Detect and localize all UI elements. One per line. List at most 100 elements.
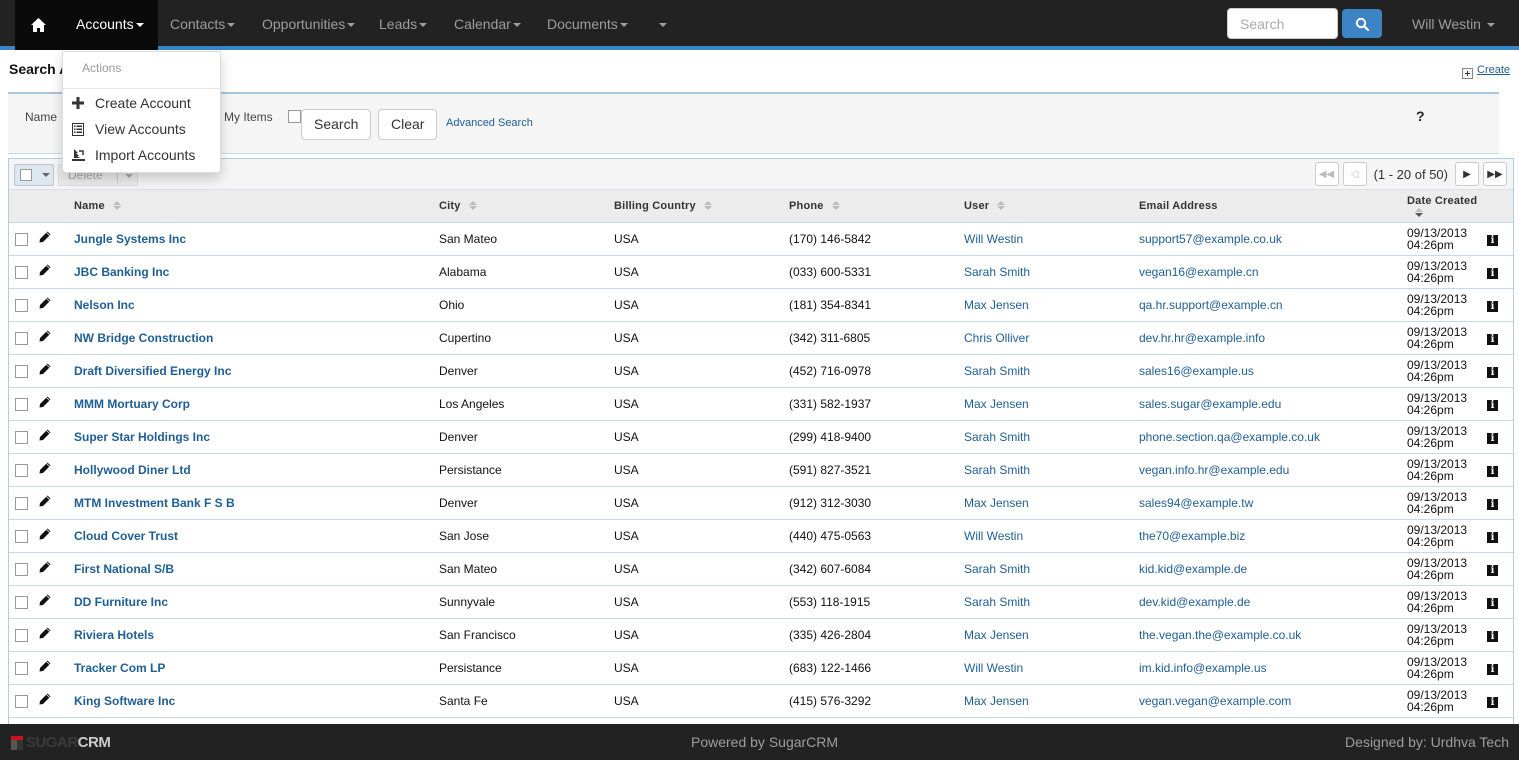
account-name-link[interactable]: NW Bridge Construction — [74, 331, 213, 345]
email-link[interactable]: dev.kid@example.de — [1139, 595, 1250, 609]
email-link[interactable]: im.kid.info@example.us — [1139, 661, 1267, 675]
email-link[interactable]: vegan.vegan@example.com — [1139, 694, 1291, 708]
info-icon[interactable]: i — [1487, 399, 1498, 411]
my-items-checkbox[interactable] — [288, 110, 301, 123]
select-all-dropdown[interactable] — [14, 164, 54, 186]
row-checkbox[interactable] — [15, 265, 28, 279]
col-city[interactable]: City — [439, 190, 614, 223]
row-checkbox[interactable] — [15, 562, 28, 576]
info-icon[interactable]: i — [1487, 333, 1498, 345]
global-search-button[interactable] — [1342, 9, 1382, 38]
col-user[interactable]: User — [964, 190, 1139, 223]
user-link[interactable]: Max Jensen — [964, 298, 1029, 312]
account-name-link[interactable]: JBC Banking Inc — [74, 265, 169, 279]
pencil-icon[interactable] — [39, 528, 51, 540]
next-page-button[interactable]: ▶ — [1455, 162, 1479, 186]
create-link-label[interactable]: Create — [1477, 64, 1510, 76]
user-menu[interactable]: Will Westin — [1398, 0, 1509, 50]
sort-icon[interactable] — [997, 200, 1006, 211]
global-search-input[interactable] — [1227, 8, 1338, 39]
info-icon[interactable]: i — [1487, 234, 1498, 246]
sugarcrm-logo[interactable]: SUGAR CRM — [11, 734, 111, 751]
account-name-link[interactable]: Riviera Hotels — [74, 628, 154, 642]
user-link[interactable]: Max Jensen — [964, 694, 1029, 708]
col-phone[interactable]: Phone — [789, 190, 964, 223]
email-link[interactable]: phone.section.qa@example.co.uk — [1139, 430, 1320, 444]
account-name-link[interactable]: MMM Mortuary Corp — [74, 397, 190, 411]
info-icon[interactable]: i — [1487, 498, 1498, 510]
pencil-icon[interactable] — [39, 330, 51, 342]
account-name-link[interactable]: MTM Investment Bank F S B — [74, 496, 235, 510]
nav-opportunities[interactable]: Opportunities — [248, 0, 369, 50]
pencil-icon[interactable] — [39, 660, 51, 672]
sort-icon[interactable] — [831, 200, 841, 211]
home-button[interactable] — [15, 0, 62, 50]
row-checkbox[interactable] — [15, 463, 28, 477]
account-name-link[interactable]: Cloud Cover Trust — [74, 529, 178, 543]
prev-page-button[interactable]: ◁ — [1342, 162, 1367, 186]
pencil-icon[interactable] — [39, 627, 51, 639]
pencil-icon[interactable] — [39, 561, 51, 573]
advanced-search-link[interactable]: Advanced Search — [446, 117, 533, 129]
row-checkbox[interactable] — [15, 661, 28, 675]
user-link[interactable]: Will Westin — [964, 529, 1023, 543]
user-link[interactable]: Max Jensen — [964, 496, 1029, 510]
pencil-icon[interactable] — [39, 297, 51, 309]
row-checkbox[interactable] — [15, 331, 28, 345]
info-icon[interactable]: i — [1487, 300, 1498, 312]
nav-accounts[interactable]: Accounts — [62, 0, 158, 50]
nav-leads[interactable]: Leads — [365, 0, 441, 50]
user-link[interactable]: Sarah Smith — [964, 364, 1030, 378]
menu-item-view-accounts[interactable]: View Accounts — [63, 117, 220, 141]
row-checkbox[interactable] — [15, 430, 28, 444]
account-name-link[interactable]: Jungle Systems Inc — [74, 232, 186, 246]
create-link[interactable]: Create — [1462, 60, 1510, 79]
account-name-link[interactable]: Hollywood Diner Ltd — [74, 463, 191, 477]
info-icon[interactable]: i — [1487, 663, 1498, 675]
user-link[interactable]: Max Jensen — [964, 628, 1029, 642]
sort-desc-icon[interactable] — [1415, 207, 1424, 218]
pencil-icon[interactable] — [39, 363, 51, 375]
first-page-button[interactable]: ◀◀ — [1314, 162, 1339, 186]
pencil-icon[interactable] — [39, 264, 51, 276]
account-name-link[interactable]: First National S/B — [74, 562, 174, 576]
row-checkbox[interactable] — [15, 298, 28, 312]
email-link[interactable]: sales.sugar@example.edu — [1139, 397, 1281, 411]
clear-button[interactable]: Clear — [378, 109, 438, 140]
user-link[interactable]: Sarah Smith — [964, 562, 1030, 576]
info-icon[interactable]: i — [1487, 432, 1498, 444]
email-link[interactable]: kid.kid@example.de — [1139, 562, 1247, 576]
user-link[interactable]: Sarah Smith — [964, 430, 1030, 444]
sort-icon[interactable] — [703, 200, 713, 211]
col-date-created[interactable]: Date Created — [1407, 190, 1513, 223]
row-checkbox[interactable] — [15, 694, 28, 708]
nav-contacts[interactable]: Contacts — [156, 0, 249, 50]
user-link[interactable]: Sarah Smith — [964, 595, 1030, 609]
info-icon[interactable]: i — [1487, 531, 1498, 543]
nav-documents[interactable]: Documents — [533, 0, 642, 50]
info-icon[interactable]: i — [1487, 564, 1498, 576]
info-icon[interactable]: i — [1487, 696, 1498, 708]
sort-icon[interactable] — [112, 200, 122, 211]
email-link[interactable]: dev.hr.hr@example.info — [1139, 331, 1265, 345]
pencil-icon[interactable] — [39, 462, 51, 474]
search-button[interactable]: Search — [301, 109, 372, 140]
row-checkbox[interactable] — [15, 397, 28, 411]
email-link[interactable]: vegan.info.hr@example.edu — [1139, 463, 1289, 477]
sort-icon[interactable] — [468, 200, 478, 211]
email-link[interactable]: the70@example.biz — [1139, 529, 1245, 543]
pencil-icon[interactable] — [39, 231, 51, 243]
email-link[interactable]: sales94@example.tw — [1139, 496, 1253, 510]
user-link[interactable]: Will Westin — [964, 232, 1023, 246]
row-checkbox[interactable] — [15, 529, 28, 543]
account-name-link[interactable]: Super Star Holdings Inc — [74, 430, 210, 444]
pencil-icon[interactable] — [39, 693, 51, 705]
row-checkbox[interactable] — [15, 364, 28, 378]
user-link[interactable]: Sarah Smith — [964, 265, 1030, 279]
col-name[interactable]: Name — [74, 190, 439, 223]
pencil-icon[interactable] — [39, 495, 51, 507]
pencil-icon[interactable] — [39, 594, 51, 606]
account-name-link[interactable]: DD Furniture Inc — [74, 595, 168, 609]
row-checkbox[interactable] — [15, 232, 28, 246]
nav-more[interactable] — [643, 0, 681, 50]
